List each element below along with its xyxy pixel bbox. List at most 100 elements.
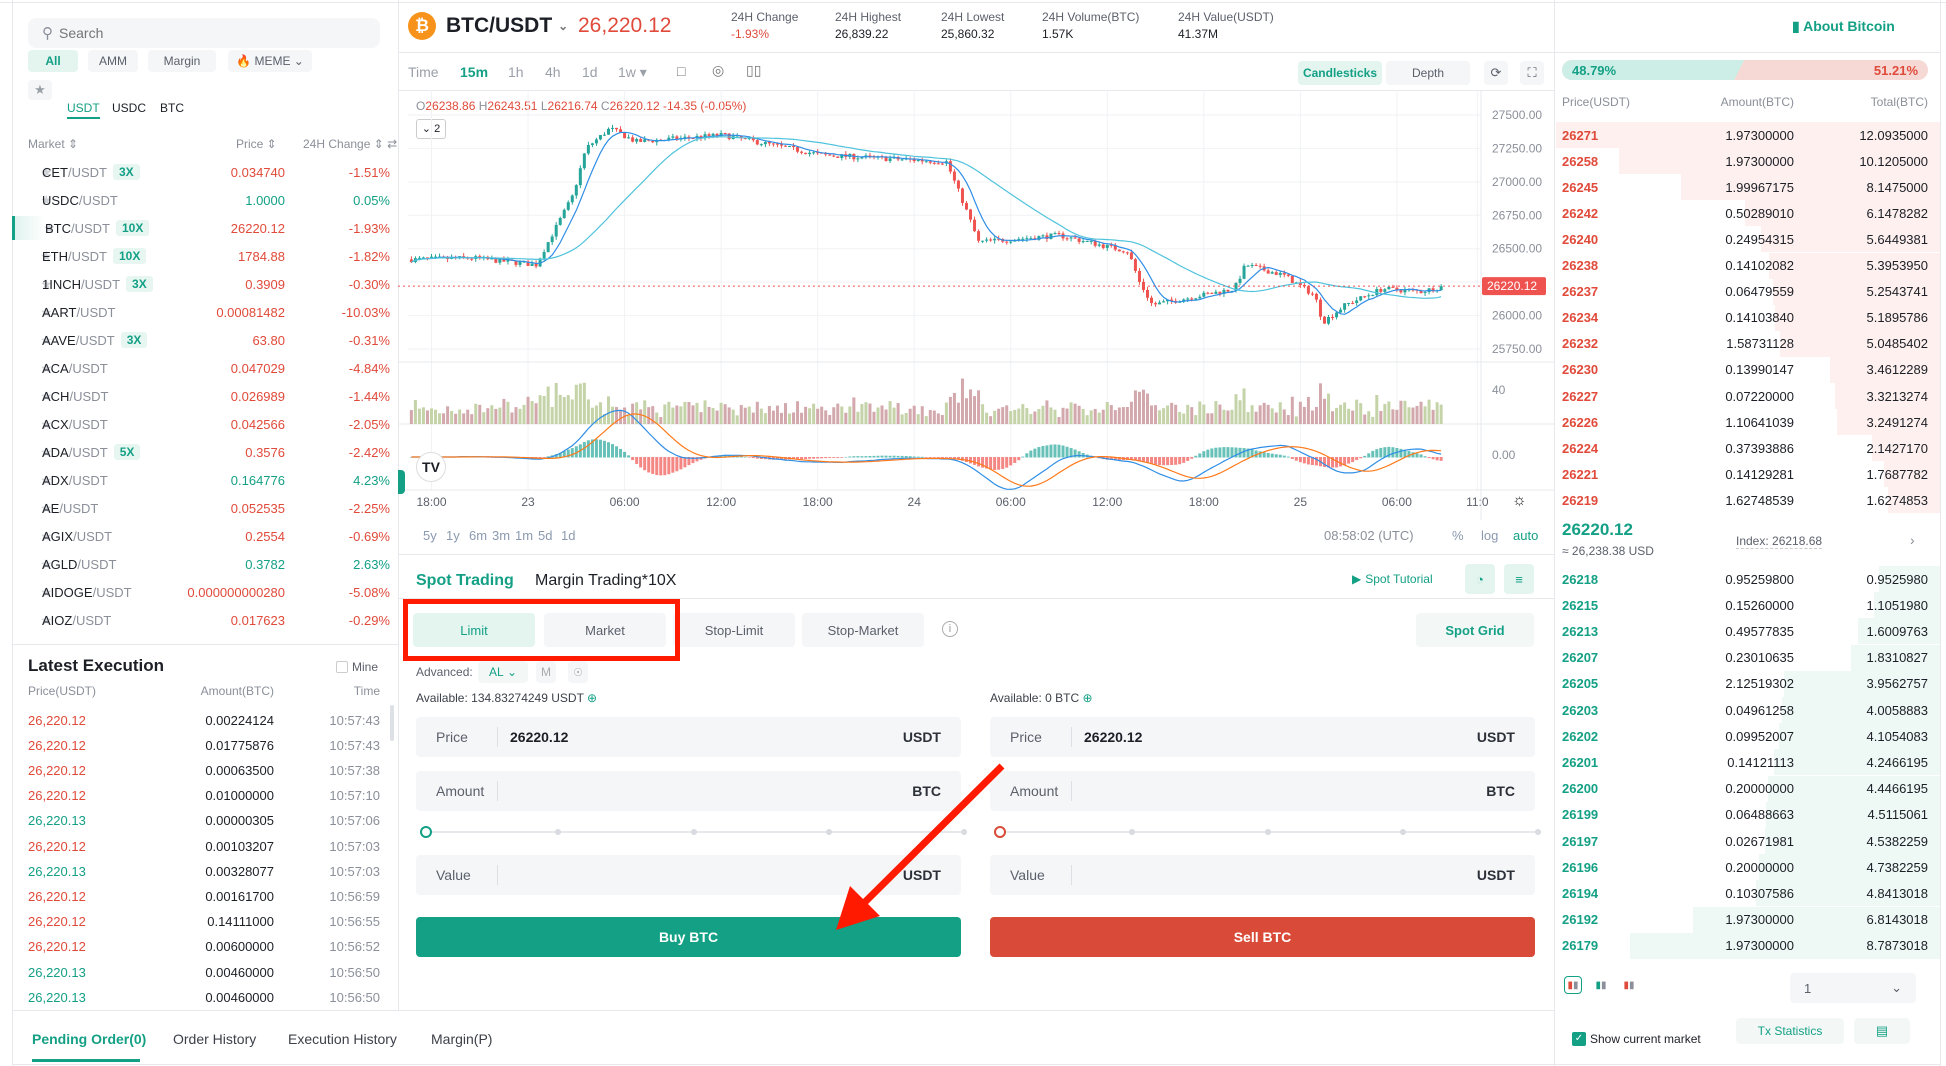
asks-only-view-icon[interactable]: ▮ ▮ bbox=[1620, 976, 1638, 994]
bids-only-view-icon[interactable]: ▮ ▮ bbox=[1592, 976, 1610, 994]
advanced-m-button[interactable]: M bbox=[536, 661, 556, 683]
bid-row[interactable]: 26218 0.95259800 0.9525980 bbox=[1556, 566, 1940, 592]
market-row[interactable]: ★ AIOZ/USDT 0.017623 -0.29% bbox=[12, 608, 398, 632]
bottom-tab-3[interactable]: Margin(P) bbox=[431, 1031, 492, 1047]
bid-row[interactable]: 26205 2.12519302 3.9562757 bbox=[1556, 670, 1940, 697]
range-6m[interactable]: 6m bbox=[469, 528, 487, 543]
bottom-tab-2[interactable]: Execution History bbox=[288, 1031, 397, 1047]
quote-tab-usdc[interactable]: USDC bbox=[112, 101, 146, 115]
range-1y[interactable]: 1y bbox=[446, 528, 460, 543]
show-current-market-checkbox[interactable]: ✓ Show current market bbox=[1572, 1032, 1701, 1046]
search-input[interactable] bbox=[59, 25, 359, 41]
bid-row[interactable]: 26201 0.14121113 4.2466195 bbox=[1556, 749, 1940, 776]
ask-row[interactable]: 26245 1.99967175 8.1475000 bbox=[1556, 174, 1940, 201]
change-column-header[interactable]: 24H Change ⇕ ⇄ bbox=[303, 137, 397, 151]
market-row[interactable]: ★ AART/USDT 0.00081482 -10.03% bbox=[12, 300, 398, 324]
pair-selector[interactable]: BTC/USDT ⌄ bbox=[446, 14, 568, 38]
market-row[interactable]: ★ USDC/USDT 1.0000 0.05% bbox=[12, 188, 398, 212]
interval-15m[interactable]: 15m bbox=[460, 64, 488, 80]
tab-spot-trading[interactable]: Spot Trading bbox=[416, 572, 514, 590]
deposit-plus-icon[interactable]: ⊕ bbox=[587, 691, 597, 705]
order-type-info-icon[interactable]: i bbox=[942, 621, 958, 637]
market-search[interactable]: ⚲ bbox=[28, 18, 380, 48]
settings-sliders-icon[interactable]: ≡ bbox=[1504, 564, 1534, 594]
interval-1d[interactable]: 1d bbox=[582, 64, 598, 80]
sell-value-input[interactable]: Value USDT bbox=[990, 855, 1535, 895]
filter-meme[interactable]: 🔥 MEME ⌄ bbox=[228, 50, 312, 72]
buy-value-input[interactable]: Value USDT bbox=[416, 855, 961, 895]
ask-row[interactable]: 26258 1.97300000 10.1205000 bbox=[1556, 148, 1940, 175]
interval-4h[interactable]: 4h bbox=[545, 64, 561, 80]
candle-style-icon[interactable]: ▯▯ bbox=[746, 62, 761, 79]
index-price[interactable]: Index: 26218.68 bbox=[1736, 534, 1823, 549]
favorites-star-button[interactable]: ★ bbox=[28, 80, 52, 100]
market-row[interactable]: ★ BTC/USDT 10X 26220.12 -1.93% bbox=[12, 216, 398, 240]
interval-1w[interactable]: 1w ▾ bbox=[618, 64, 647, 81]
order-type-stop-limit[interactable]: Stop-Limit bbox=[673, 613, 795, 647]
order-type-stop-market[interactable]: Stop-Market bbox=[802, 613, 924, 647]
quote-tab-btc[interactable]: BTC bbox=[160, 101, 184, 115]
market-row[interactable]: ★ ACX/USDT 0.042566 -2.05% bbox=[12, 412, 398, 436]
bottom-tab-1[interactable]: Order History bbox=[173, 1031, 256, 1047]
deposit-plus-icon[interactable]: ⊕ bbox=[1083, 691, 1093, 705]
ask-row[interactable]: 26227 0.07220000 3.3213274 bbox=[1556, 383, 1940, 409]
market-row[interactable]: ★ ADA/USDT 5X 0.3576 -2.42% bbox=[12, 440, 398, 464]
advanced-select[interactable]: AL ⌄ bbox=[478, 661, 528, 683]
range-1d[interactable]: 1d bbox=[561, 528, 575, 543]
ask-row[interactable]: 26271 1.97300000 12.0935000 bbox=[1556, 122, 1940, 148]
market-row[interactable]: ★ CET/USDT 3X 0.034740 -1.51% bbox=[12, 160, 398, 184]
market-row[interactable]: ★ AE/USDT 0.052535 -2.25% bbox=[12, 496, 398, 520]
scale-auto[interactable]: auto bbox=[1513, 528, 1538, 543]
market-row[interactable]: ★ AIDOGE/USDT 0.000000000280 -5.08% bbox=[12, 580, 398, 604]
market-row[interactable]: ★ AAVE/USDT 3X 63.80 -0.31% bbox=[12, 328, 398, 352]
bid-row[interactable]: 26196 0.20000000 4.7382259 bbox=[1556, 854, 1940, 881]
interval-1h[interactable]: 1h bbox=[508, 64, 524, 80]
interval-Time[interactable]: Time bbox=[408, 64, 439, 80]
ask-row[interactable]: 26224 0.37393886 2.1427170 bbox=[1556, 435, 1940, 462]
ask-row[interactable]: 26237 0.06479559 5.2543741 bbox=[1556, 278, 1940, 305]
depth-precision-select[interactable]: 1 ⌄ bbox=[1790, 973, 1916, 1003]
bid-row[interactable]: 26213 0.49577835 1.6009763 bbox=[1556, 618, 1940, 645]
bid-row[interactable]: 26200 0.20000000 4.4466195 bbox=[1556, 775, 1940, 802]
price-value[interactable]: 26220.12 bbox=[1072, 729, 1477, 745]
market-column-header[interactable]: Market ⇕ bbox=[28, 137, 78, 151]
sell-amount-input[interactable]: Amount BTC bbox=[990, 771, 1535, 811]
market-row[interactable]: ★ ADX/USDT 0.164776 4.23% bbox=[12, 468, 398, 492]
depth-view-button[interactable]: Depth bbox=[1386, 61, 1470, 85]
buy-amount-input[interactable]: Amount BTC bbox=[416, 771, 961, 811]
bid-row[interactable]: 26197 0.02671981 4.5382259 bbox=[1556, 828, 1940, 854]
indicator-icon[interactable]: ◎ bbox=[712, 62, 724, 79]
scale-%[interactable]: % bbox=[1452, 528, 1464, 543]
ask-row[interactable]: 26232 1.58731128 5.0485402 bbox=[1556, 330, 1940, 357]
chart-type-icon[interactable]: □ bbox=[677, 63, 685, 79]
range-1m[interactable]: 1m bbox=[515, 528, 533, 543]
ask-row[interactable]: 26240 0.24954315 5.6449381 bbox=[1556, 226, 1940, 253]
tx-statistics-button[interactable]: Tx Statistics bbox=[1736, 1018, 1844, 1044]
both-sides-view-icon[interactable]: ▮ ▮ bbox=[1564, 976, 1582, 994]
sell-btc-button[interactable]: Sell BTC bbox=[990, 917, 1535, 957]
market-row[interactable]: ★ AGIX/USDT 0.2554 -0.69% bbox=[12, 524, 398, 548]
bid-row[interactable]: 26207 0.23010635 1.8310827 bbox=[1556, 644, 1940, 671]
chart-settings-gear-icon[interactable]: ☼ bbox=[1512, 492, 1527, 510]
price-column-header[interactable]: Price ⇕ bbox=[236, 137, 277, 151]
mine-checkbox[interactable]: Mine bbox=[336, 660, 378, 674]
bid-row[interactable]: 26199 0.06488663 4.5115061 bbox=[1556, 801, 1940, 828]
tab-margin-trading[interactable]: Margin Trading*10X bbox=[535, 572, 676, 590]
advanced-eye-icon[interactable]: ☉ bbox=[568, 661, 588, 683]
ask-row[interactable]: 26221 0.14129281 1.7687782 bbox=[1556, 461, 1940, 488]
price-value[interactable]: 26220.12 bbox=[498, 729, 903, 745]
reset-icon[interactable]: ⟳ bbox=[1484, 61, 1508, 85]
market-row[interactable]: ★ ETH/USDT 10X 1784.88 -1.82% bbox=[12, 244, 398, 268]
ask-row[interactable]: 26242 0.50289010 6.1478282 bbox=[1556, 200, 1940, 227]
price-chart[interactable]: 27500.00 27250.00 27000.00 26750.00 26500.00… bbox=[398, 90, 1554, 520]
chevron-right-icon[interactable]: › bbox=[1910, 532, 1915, 548]
sidebar-collapse-handle[interactable] bbox=[398, 470, 405, 494]
execution-scrollbar[interactable] bbox=[390, 705, 394, 741]
ask-row[interactable]: 26226 1.10641039 3.2491274 bbox=[1556, 409, 1940, 436]
bid-row[interactable]: 26192 1.97300000 6.8143018 bbox=[1556, 906, 1940, 933]
about-bitcoin-link[interactable]: ▮ About Bitcoin bbox=[1792, 18, 1895, 35]
buy-price-input[interactable]: Price 26220.12 USDT bbox=[416, 717, 961, 757]
bid-row[interactable]: 26215 0.15260000 1.1051980 bbox=[1556, 592, 1940, 619]
range-5y[interactable]: 5y bbox=[423, 528, 437, 543]
bid-row[interactable]: 26179 1.97300000 8.7873018 bbox=[1556, 932, 1940, 959]
